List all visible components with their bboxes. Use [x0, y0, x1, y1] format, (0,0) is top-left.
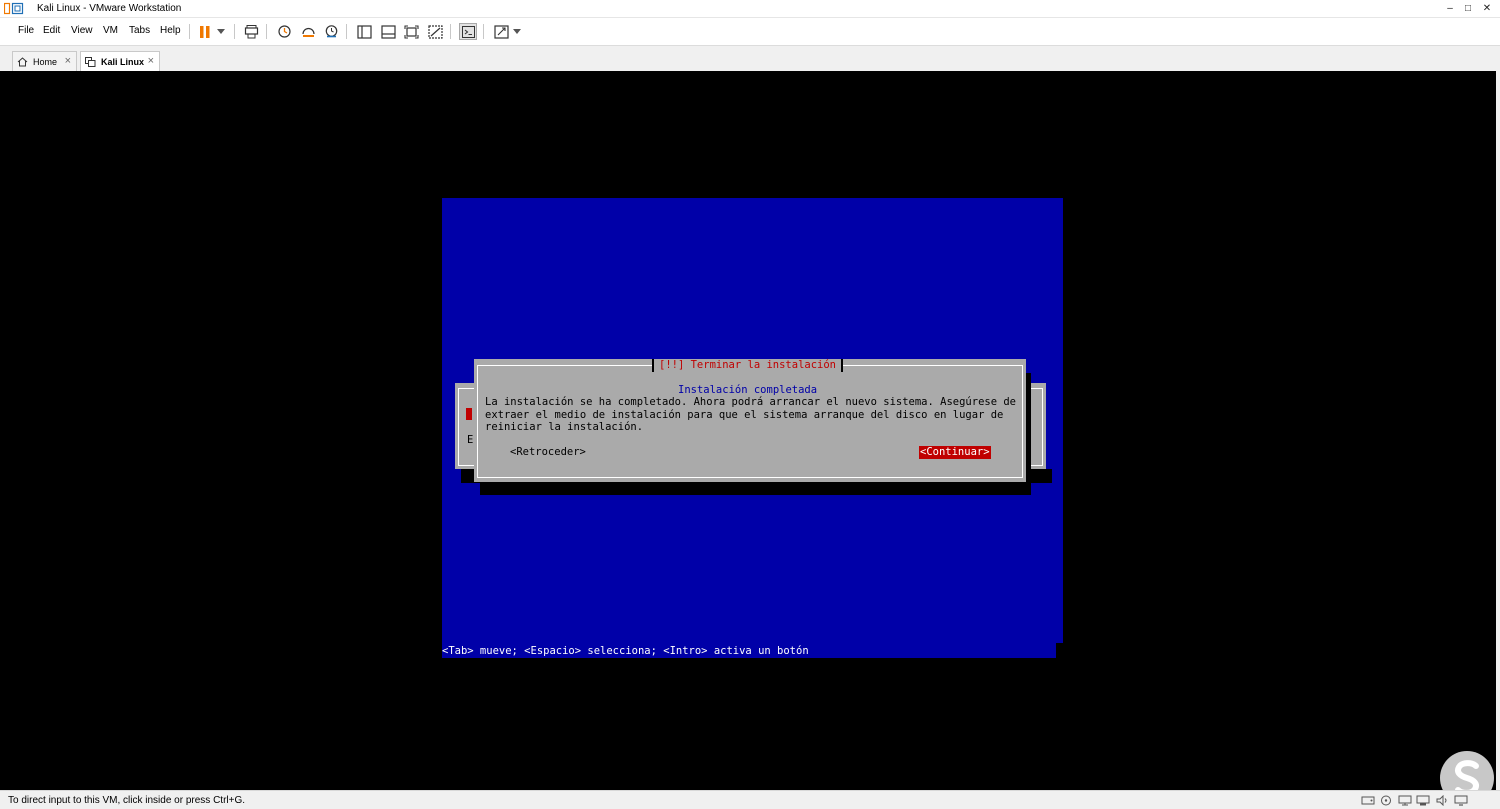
- close-tab-home-icon[interactable]: ×: [65, 55, 71, 67]
- display-icon[interactable]: [1454, 795, 1468, 806]
- snapshot-icon[interactable]: [275, 23, 293, 40]
- show-library-icon[interactable]: [355, 23, 373, 40]
- pause-icon[interactable]: [196, 23, 214, 40]
- toolbar-separator: [189, 24, 190, 39]
- sound-card-icon[interactable]: [1435, 795, 1449, 806]
- dialog-title: [!!] Terminar la instalación: [652, 359, 844, 372]
- vmware-logo-icon: [4, 2, 24, 15]
- stretch-guest-icon[interactable]: [492, 23, 510, 40]
- back-button[interactable]: <Retroceder>: [510, 446, 586, 459]
- network-adapter-icon[interactable]: [1398, 795, 1412, 806]
- status-message: To direct input to this VM, click inside…: [8, 795, 246, 806]
- dialog-message: La instalación se ha completado. Ahora p…: [485, 396, 1017, 433]
- menu-file[interactable]: File: [18, 25, 34, 36]
- home-icon: [17, 56, 28, 66]
- menu-view[interactable]: View: [71, 25, 93, 36]
- continue-button[interactable]: <Continuar>: [919, 446, 991, 459]
- snapshot-manager-icon[interactable]: [322, 23, 340, 40]
- window-title: Kali Linux - VMware Workstation: [37, 3, 182, 14]
- background-dialog-marker: [466, 408, 472, 420]
- toolbar-separator: [450, 24, 451, 39]
- status-bar: To direct input to this VM, click inside…: [0, 790, 1500, 809]
- full-screen-icon[interactable]: [402, 23, 420, 40]
- tab-home[interactable]: Home ×: [12, 51, 77, 71]
- menu-bar: File Edit View VM Tabs Help: [0, 19, 1500, 44]
- console-view-icon[interactable]: [459, 23, 477, 40]
- unity-icon[interactable]: [426, 23, 444, 40]
- tab-home-label: Home: [33, 56, 58, 67]
- revert-snapshot-icon[interactable]: [299, 23, 317, 40]
- thumbnail-bar-icon[interactable]: [379, 23, 397, 40]
- tab-bar: Home × Kali Linux ×: [0, 45, 1500, 71]
- cd-dvd-icon[interactable]: [1379, 795, 1393, 806]
- close-tab-kali-linux-icon[interactable]: ×: [148, 55, 154, 67]
- usb-controller-icon[interactable]: [1416, 795, 1430, 806]
- toolbar-separator: [266, 24, 267, 39]
- keyboard-help-line: <Tab> mueve; <Espacio> selecciona; <Intr…: [442, 645, 809, 657]
- close-button[interactable]: ✕: [1477, 1, 1497, 17]
- tab-kali-linux-label: Kali Linux: [101, 56, 145, 67]
- menu-vm[interactable]: VM: [103, 25, 118, 36]
- dialog-subtitle: Instalación completada: [678, 384, 818, 396]
- window-edge: [1496, 71, 1500, 790]
- menu-tabs[interactable]: Tabs: [129, 25, 150, 36]
- stretch-dropdown-icon[interactable]: [511, 23, 523, 40]
- menu-help[interactable]: Help: [160, 25, 181, 36]
- vm-display[interactable]: E [!!] Terminar la instalación Instalaci…: [0, 71, 1496, 805]
- maximize-button[interactable]: □: [1458, 1, 1478, 17]
- toolbar-separator: [234, 24, 235, 39]
- minimize-button[interactable]: –: [1440, 1, 1460, 17]
- hard-disk-icon[interactable]: [1361, 795, 1375, 806]
- toolbar-separator: [346, 24, 347, 39]
- send-ctrl-alt-del-icon[interactable]: [242, 23, 260, 40]
- power-dropdown-icon[interactable]: [214, 23, 228, 40]
- background-dialog-text: E: [467, 434, 474, 446]
- tab-kali-linux[interactable]: Kali Linux ×: [80, 51, 160, 71]
- menu-edit[interactable]: Edit: [43, 25, 60, 36]
- toolbar-separator: [483, 24, 484, 39]
- title-bar: Kali Linux - VMware Workstation – □ ✕: [0, 0, 1500, 18]
- vm-icon: [85, 56, 96, 67]
